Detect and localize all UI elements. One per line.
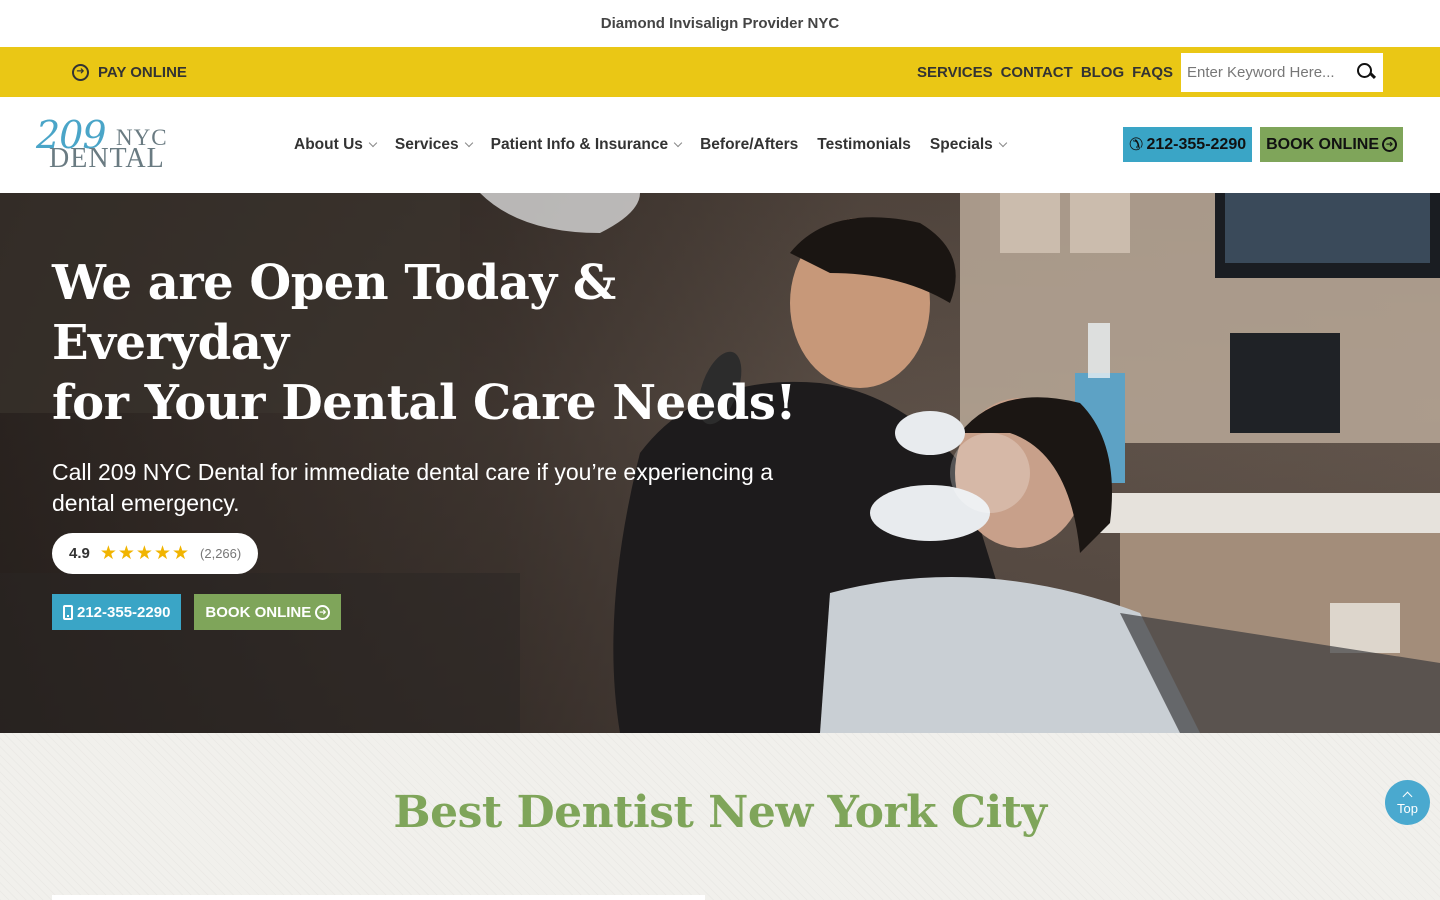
hero-content: We are Open Today & Everyday for Your De… (52, 253, 812, 630)
hero-book-online-button[interactable]: BOOK ONLINE ➜ (194, 594, 342, 630)
utility-link-faqs[interactable]: FAQS (1132, 64, 1173, 81)
nav-item-specials[interactable]: Specials (929, 136, 1008, 154)
site-logo[interactable]: 209 NYC DENTAL (36, 113, 186, 175)
review-rating-badge[interactable]: 4.9 ★★★★★ (2,266) (52, 533, 259, 574)
section-heading: Best Dentist New York City (393, 787, 1047, 838)
header-phone-button[interactable]: ✆ 212-355-2290 (1123, 127, 1253, 162)
chevron-down-icon (368, 138, 378, 148)
nav-item-about-us[interactable]: About Us (294, 136, 378, 154)
hero-title-line-2: for Your Dental Care Needs! (52, 375, 796, 431)
content-card (52, 895, 705, 900)
nav-item-before-afters[interactable]: Before/Afters (700, 136, 798, 154)
header-book-online-button[interactable]: BOOK ONLINE ➜ (1260, 127, 1403, 162)
header-phone-label: 212-355-2290 (1146, 135, 1247, 153)
utility-right: SERVICES CONTACT BLOG FAQS (917, 52, 1383, 92)
arrow-right-circle-icon: ➜ (1382, 137, 1397, 152)
hero-section: We are Open Today & Everyday for Your De… (0, 193, 1440, 733)
main-nav: About Us Services Patient Info & Insuran… (294, 97, 1008, 193)
nav-item-testimonials[interactable]: Testimonials (817, 136, 911, 154)
logo-dental: DENTAL (49, 143, 165, 174)
hero-phone-button[interactable]: 212-355-2290 (52, 594, 182, 630)
nav-item-label: Services (394, 136, 459, 153)
announcement-bar: Diamond Invisalign Provider NYC (0, 0, 1440, 47)
announcement-text: Diamond Invisalign Provider NYC (600, 15, 840, 32)
header-cta: ✆ 212-355-2290 BOOK ONLINE ➜ (1123, 127, 1403, 162)
pay-online-label: PAY ONLINE (98, 63, 187, 81)
intro-section: Best Dentist New York City (0, 733, 1440, 900)
hero-phone-label: 212-355-2290 (77, 603, 171, 621)
back-to-top-label: Top (1397, 801, 1418, 816)
hero-book-label: BOOK ONLINE (205, 603, 312, 621)
chevron-down-icon (998, 138, 1008, 148)
chevron-down-icon (464, 138, 473, 148)
arrow-right-circle-icon: ➜ (315, 604, 331, 620)
hero-subtitle: Call 209 NYC Dental for immediate dental… (52, 459, 774, 516)
hero-title: We are Open Today & Everyday for Your De… (52, 253, 812, 433)
search-input[interactable] (1187, 63, 1353, 81)
search-icon[interactable] (1355, 61, 1377, 83)
review-count: (2,266) (200, 546, 242, 561)
pay-online-link[interactable]: ➜ PAY ONLINE (72, 63, 187, 81)
nav-item-label: Patient Info & Insurance (490, 136, 669, 153)
utility-link-contact[interactable]: CONTACT (1001, 64, 1073, 81)
back-to-top-button[interactable]: Top (1385, 780, 1430, 825)
nav-item-label: Before/Afters (700, 136, 799, 153)
search-box (1181, 52, 1383, 92)
chevron-up-icon (1402, 791, 1413, 802)
chevron-down-icon (673, 138, 683, 148)
hero-title-line-1: We are Open Today & Everyday (52, 255, 616, 371)
main-header: 209 NYC DENTAL About Us Services Patient… (0, 97, 1440, 193)
header-book-label: BOOK ONLINE (1266, 135, 1379, 153)
phone-icon: ✆ (1129, 134, 1144, 154)
utility-link-services[interactable]: SERVICES (917, 64, 993, 81)
nav-item-label: Specials (929, 136, 993, 153)
hero-cta: 212-355-2290 BOOK ONLINE ➜ (52, 594, 812, 630)
arrow-right-circle-icon: ➜ (72, 63, 89, 81)
nav-item-services[interactable]: Services (394, 136, 473, 154)
utility-link-blog[interactable]: BLOG (1081, 64, 1124, 81)
star-rating-icon: ★★★★★ (99, 543, 191, 564)
rating-score: 4.9 (69, 545, 90, 562)
nav-item-label: About Us (294, 136, 363, 153)
mobile-phone-icon (63, 604, 73, 620)
nav-item-patient-info[interactable]: Patient Info & Insurance (490, 136, 683, 154)
nav-item-label: Testimonials (817, 136, 911, 153)
utility-links: SERVICES CONTACT BLOG FAQS (917, 64, 1173, 81)
utility-bar: ➜ PAY ONLINE SERVICES CONTACT BLOG FAQS (0, 47, 1440, 97)
